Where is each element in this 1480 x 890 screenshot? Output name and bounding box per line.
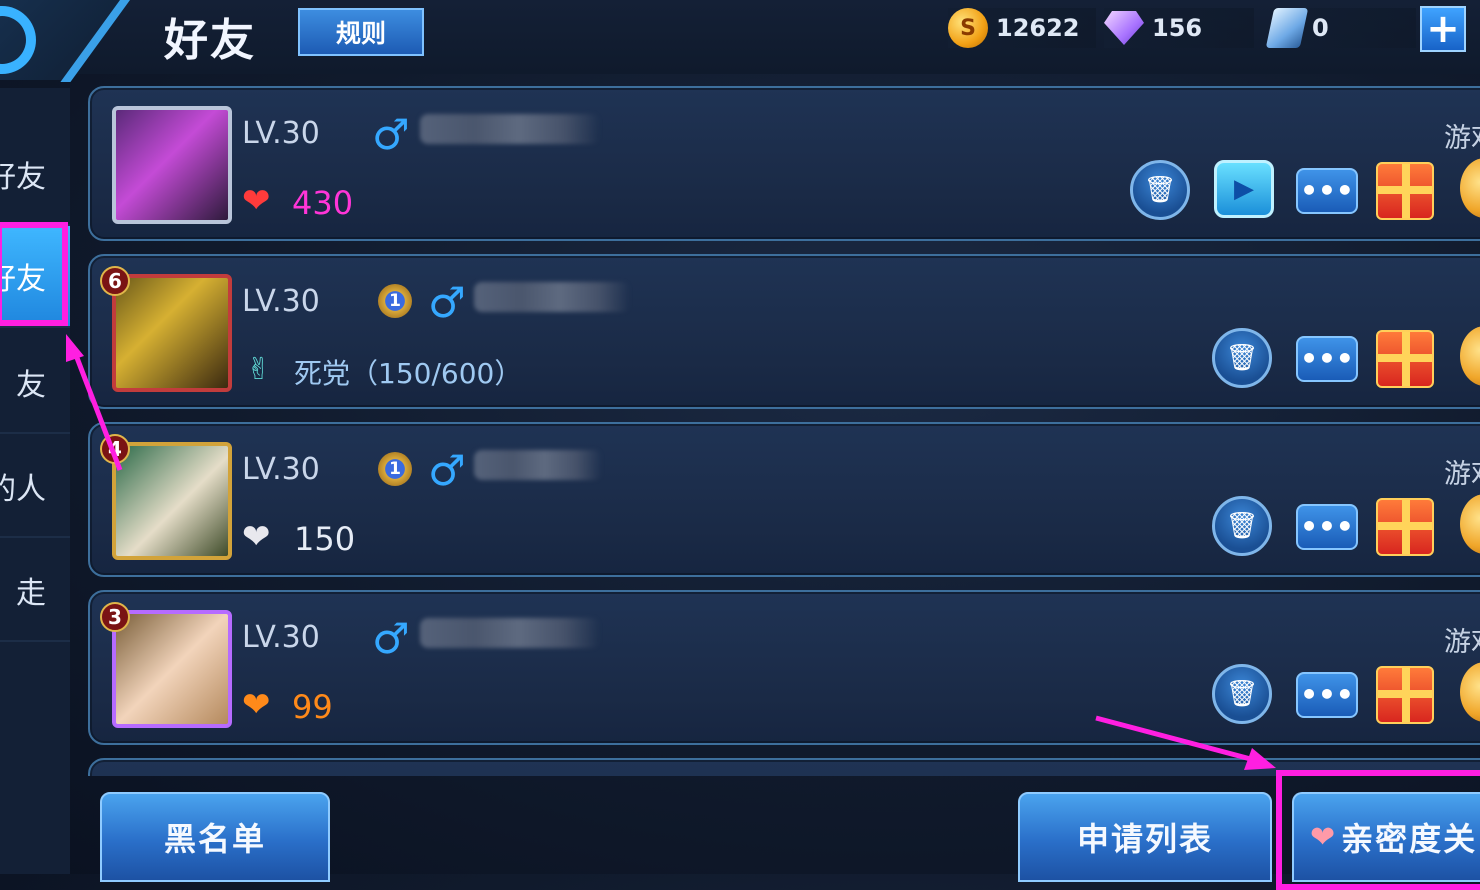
male-icon: ♂ (372, 110, 410, 159)
sidebar-item-label: 走 (16, 576, 46, 611)
friend-name-redacted (474, 282, 630, 312)
friend-card[interactable] (88, 758, 1480, 776)
voucher-amount: 0 (1312, 14, 1329, 42)
friend-card[interactable]: 4 LV.30 1 ♂ ❤ 150 游戏 🗑 ••• (88, 422, 1480, 577)
chat-button[interactable]: ••• (1296, 336, 1358, 382)
friend-name-redacted (474, 450, 602, 480)
play-icon: ▶ (1234, 174, 1254, 204)
page-title: 好友 (164, 15, 256, 66)
send-coin-button[interactable] (1460, 326, 1480, 386)
friend-level: LV.30 (242, 116, 320, 151)
gold-coin-icon: S (948, 8, 988, 48)
sidebar-item-label: 的人 (0, 472, 46, 507)
friend-avatar[interactable] (112, 610, 232, 728)
friend-status: 游戏 (1444, 627, 1480, 658)
friend-avatar[interactable] (112, 274, 232, 392)
gift-button[interactable] (1376, 330, 1434, 388)
sidebar-item-people[interactable]: 的人 (0, 436, 70, 538)
requests-list-button[interactable]: 申请列表 (1018, 792, 1272, 882)
friend-level: LV.30 (242, 452, 320, 487)
diamond-balance: 156 (1104, 8, 1254, 48)
friend-status: 游戏 (1444, 459, 1480, 490)
delete-friend-button[interactable]: 🗑 (1212, 496, 1272, 556)
friend-avatar[interactable] (112, 442, 232, 560)
friend-name-redacted (420, 114, 600, 144)
sidebar-item-label: 友 (16, 368, 46, 403)
intimacy-value: 430 (292, 184, 354, 222)
chat-icon: ••• (1300, 678, 1354, 711)
send-coin-button[interactable] (1460, 662, 1480, 722)
chat-button[interactable]: ••• (1296, 672, 1358, 718)
voucher-icon (1265, 8, 1309, 48)
chat-icon: ••• (1300, 510, 1354, 543)
intimacy-value: 99 (292, 688, 333, 726)
rank-badge: 6 (100, 266, 130, 296)
trash-icon: 🗑 (1225, 343, 1259, 373)
gift-button[interactable] (1376, 498, 1434, 556)
back-icon (0, 6, 36, 74)
intimacy-heart-icon: ❤ (242, 517, 271, 557)
friend-card[interactable]: 6 LV.30 1 ♂ ✌ 死党（150/600） 🗑 ••• (88, 254, 1480, 409)
gold-balance: S 12622 (948, 8, 1096, 48)
sidebar: 好友 好友 友 的人 走 (0, 88, 70, 874)
friend-avatar[interactable] (112, 106, 232, 224)
male-icon: ♂ (428, 278, 466, 327)
delete-friend-button[interactable]: 🗑 (1212, 328, 1272, 388)
delete-friend-button[interactable]: 🗑 (1212, 664, 1272, 724)
rules-button[interactable]: 规则 (298, 8, 424, 56)
sidebar-item-game-friends[interactable]: 好友 (0, 124, 70, 226)
top-bar: 好友 规则 S 12622 156 0 + (0, 0, 1480, 82)
annotation-highlight-box (1276, 770, 1480, 890)
friend-name-redacted (420, 618, 600, 648)
chat-button[interactable]: ••• (1296, 168, 1358, 214)
watch-game-button[interactable]: ▶ (1214, 160, 1274, 218)
male-icon: ♂ (372, 614, 410, 663)
chat-icon: ••• (1300, 342, 1354, 375)
friend-level: LV.30 (242, 620, 320, 655)
send-coin-button[interactable] (1460, 494, 1480, 554)
relation-status: 死党（150/600） (294, 357, 523, 390)
male-icon: ♂ (428, 446, 466, 495)
intimacy-heart-icon: ❤ (242, 685, 271, 725)
friend-status: 游戏 (1444, 123, 1480, 154)
gold-amount: 12622 (996, 14, 1080, 42)
chat-icon: ••• (1300, 174, 1354, 207)
rank-badge: 4 (100, 434, 130, 464)
sidebar-item-walk[interactable]: 走 (0, 540, 70, 642)
season-rank-icon: 1 (378, 452, 412, 486)
delete-friend-button[interactable]: 🗑 (1130, 160, 1190, 220)
trash-icon: 🗑 (1225, 679, 1259, 709)
send-coin-button[interactable] (1460, 158, 1480, 218)
chat-button[interactable]: ••• (1296, 504, 1358, 550)
friend-card[interactable]: 3 LV.30 ♂ ❤ 99 游戏 🗑 ••• (88, 590, 1480, 745)
blacklist-button[interactable]: 黑名单 (100, 792, 330, 882)
trash-icon: 🗑 (1225, 511, 1259, 541)
season-rank-icon: 1 (378, 284, 412, 318)
gift-button[interactable] (1376, 666, 1434, 724)
friend-card[interactable]: LV.30 ♂ ❤ 430 游戏 🗑 ▶ ••• (88, 86, 1480, 241)
sidebar-item-label: 好友 (0, 160, 46, 195)
trash-icon: 🗑 (1143, 175, 1177, 205)
intimacy-heart-icon: ❤ (242, 181, 271, 221)
friend-list[interactable]: LV.30 ♂ ❤ 430 游戏 🗑 ▶ ••• 6 LV.30 1 ♂ ✌ 死… (88, 86, 1480, 776)
relation-icon: ✌ (246, 352, 272, 387)
gift-button[interactable] (1376, 162, 1434, 220)
intimacy-value: 150 (294, 520, 356, 558)
diamond-icon (1104, 11, 1144, 45)
friend-level: LV.30 (242, 284, 320, 319)
add-currency-button[interactable]: + (1420, 6, 1466, 52)
annotation-highlight-box (0, 222, 68, 326)
voucher-balance: 0 (1265, 8, 1416, 48)
diamond-amount: 156 (1152, 14, 1203, 42)
rank-badge: 3 (100, 602, 130, 632)
sidebar-item-other-friends[interactable]: 友 (0, 332, 70, 434)
